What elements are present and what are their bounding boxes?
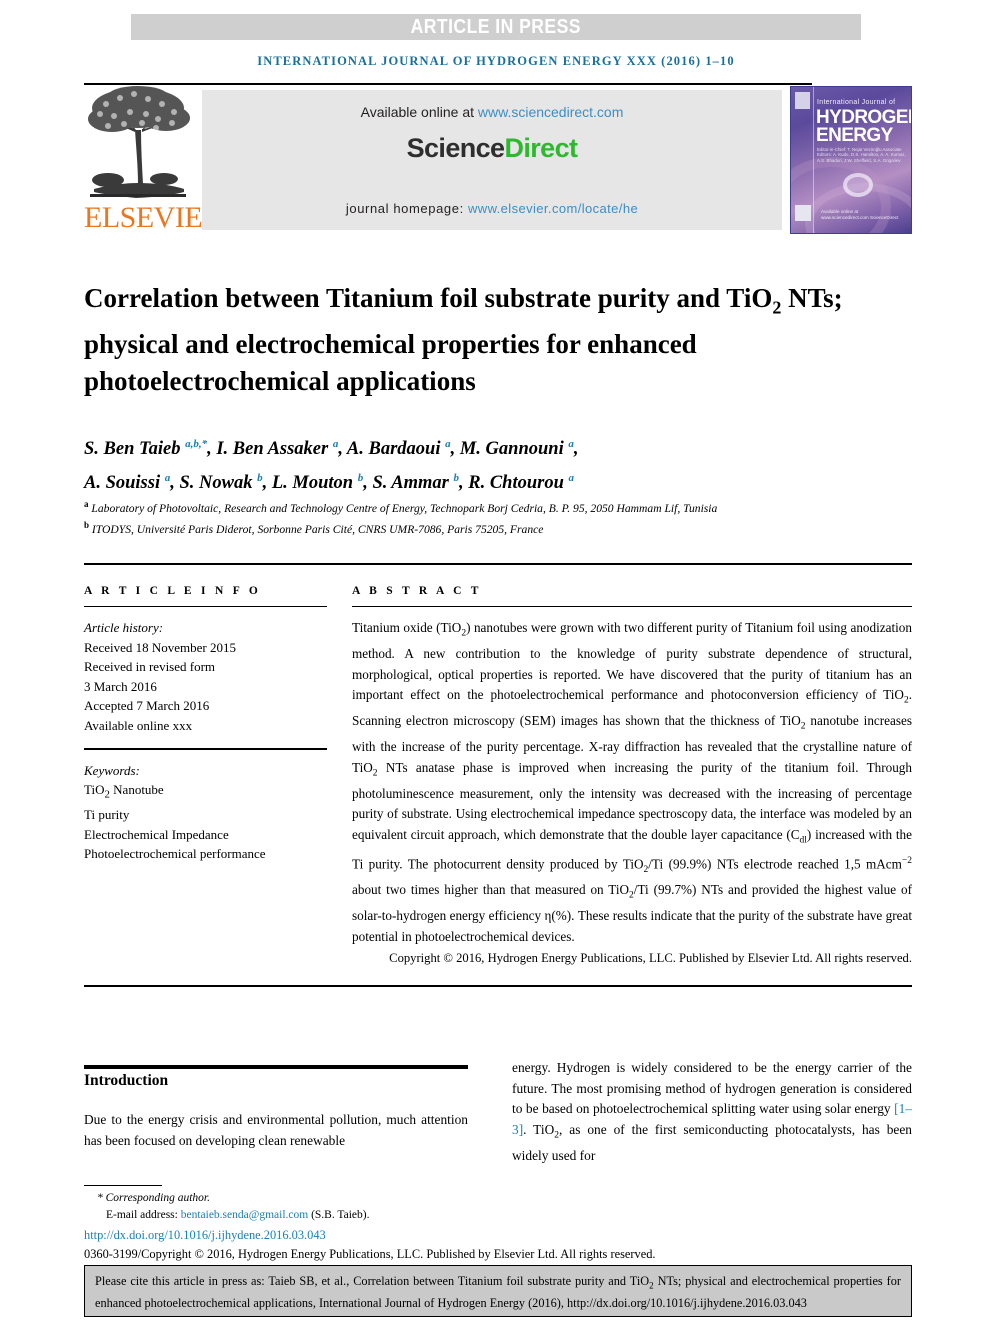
- sciencedirect-logo[interactable]: ScienceDirect: [407, 133, 578, 164]
- elsevier-wordmark: ELSEVIER: [84, 201, 222, 234]
- elsevier-tree-icon: [88, 86, 190, 198]
- introduction-right-paragraph: energy. Hydrogen is widely considered to…: [512, 1060, 912, 1164]
- abstract-heading: A B S T R A C T: [352, 585, 482, 597]
- sciencedirect-logo-part1: Science: [406, 133, 505, 163]
- journal-homepage-line: journal homepage: www.elsevier.com/locat…: [202, 201, 782, 216]
- corresponding-author-note: * Corresponding author.: [97, 1192, 210, 1204]
- sciencedirect-logo-part2: Direct: [504, 133, 578, 163]
- journal-homepage-label: journal homepage:: [345, 201, 468, 216]
- abstract-column: A B S T R A C T Titanium oxide (TiO2) na…: [352, 585, 912, 969]
- page-title: Correlation between Titanium foil substr…: [84, 283, 843, 397]
- sciencedirect-panel: Available online at www.sciencedirect.co…: [202, 90, 782, 230]
- cover-elsevier-mini-logo: [795, 92, 810, 109]
- available-online-line: Available online at www.sciencedirect.co…: [361, 104, 624, 120]
- email-label: E-mail address:: [106, 1209, 181, 1221]
- introduction-rule: [84, 1065, 468, 1069]
- sciencedirect-url-link[interactable]: www.sciencedirect.com: [478, 104, 624, 120]
- article-info-heading: A R T I C L E I N F O: [84, 585, 262, 597]
- article-history-label: Article history:: [84, 620, 164, 636]
- keyword-item: Photoelectrochemical performance: [84, 846, 266, 862]
- footnote-rule: [84, 1185, 162, 1186]
- intro-right-pre: energy. Hydrogen is widely considered to…: [512, 1060, 912, 1117]
- author-affil-marker: a: [568, 438, 574, 450]
- affiliation-b: b ITODYS, Université Paris Diderot, Sorb…: [84, 520, 544, 537]
- footnote-block: * Corresponding author. E-mail address: …: [84, 1190, 912, 1263]
- cover-ring-graphic: [843, 173, 873, 197]
- keyword-item: Ti purity: [84, 807, 130, 823]
- article-history-item: 3 March 2016: [84, 678, 157, 694]
- keywords-label: Keywords:: [84, 762, 140, 778]
- masthead-top-rule: [84, 83, 812, 85]
- author-line-2: A. Souissi a, S. Nowak b, L. Mouton b, S…: [84, 472, 575, 494]
- abstract-copyright: Copyright © 2016, Hydrogen Energy Public…: [389, 950, 912, 965]
- author-affil-marker: b: [453, 472, 460, 485]
- document-page: ARTICLE IN PRESS INTERNATIONAL JOURNAL O…: [0, 0, 992, 1323]
- cover-journal-kicker: International Journal of: [817, 99, 896, 106]
- affiliation-marker-a: a: [84, 499, 89, 509]
- article-in-press-label: ARTICLE IN PRESS: [410, 15, 582, 38]
- keyword-item: TiO2 Nanotube: [84, 782, 164, 801]
- affiliation-marker-b: b: [84, 520, 90, 531]
- author-affil-marker: a: [568, 472, 575, 485]
- elsevier-logo: ELSEVIER: [84, 86, 222, 238]
- author-affil-marker: a,b,*: [185, 438, 208, 450]
- abstract-body: Titanium oxide (TiO2) nanotubes were gro…: [352, 620, 912, 944]
- author-affil-marker: b: [257, 472, 263, 485]
- article-history-item: Received in revised form: [84, 659, 216, 675]
- author-affil-marker: a: [332, 438, 339, 450]
- abstract-divider: [352, 606, 912, 608]
- article-history-item: Accepted 7 March 2016: [84, 698, 210, 714]
- keywords-divider: [84, 748, 327, 750]
- introduction-heading: Introduction: [84, 1072, 169, 1089]
- issn-copyright-line: 0360-3199/Copyright © 2016, Hydrogen Ene…: [84, 1247, 656, 1261]
- cover-editors: Editor-in-Chief: T. Nejat Veziroğlu Asso…: [817, 147, 906, 163]
- cover-title-energy: ENERGY: [816, 125, 893, 146]
- keywords-block: Keywords: TiO2 Nanotube Ti purity Electr…: [84, 761, 327, 864]
- cover-iahe-logo: [795, 205, 811, 221]
- article-info-column: A R T I C L E I N F O Article history: R…: [84, 585, 327, 864]
- article-history-item: Received 18 November 2015: [84, 639, 236, 655]
- author-affil-marker: a: [164, 472, 171, 485]
- email-link[interactable]: bentaieb.senda@gmail.com: [181, 1209, 308, 1221]
- masthead: ELSEVIER Available online at www.science…: [84, 86, 912, 238]
- available-online-prefix: Available online at: [360, 104, 478, 120]
- affiliation-list: a Laboratory of Photovoltaic, Research a…: [84, 496, 874, 539]
- article-history-block: Article history: Received 18 November 20…: [84, 618, 327, 735]
- author-affil-marker: b: [357, 472, 364, 485]
- body-top-rule: [84, 985, 912, 987]
- journal-running-head: INTERNATIONAL JOURNAL OF HYDROGEN ENERGY…: [257, 54, 735, 68]
- article-info-divider: [84, 606, 327, 608]
- article-history-item: Available online xxx: [84, 717, 193, 733]
- affiliation-a: a Laboratory of Photovoltaic, Research a…: [84, 499, 718, 515]
- doi-link[interactable]: http://dx.doi.org/10.1016/j.ijhydene.201…: [84, 1227, 912, 1244]
- cite-this-article-box: Please cite this article in press as: Ta…: [84, 1265, 912, 1317]
- article-in-press-banner: ARTICLE IN PRESS: [131, 14, 861, 40]
- cover-sciencedirect-mark: Available online at www.sciencedirect.co…: [821, 209, 899, 220]
- author-list: S. Ben Taieb a,b,*, I. Ben Assaker a, A.…: [84, 430, 884, 498]
- author-line-1: S. Ben Taieb a,b,*, I. Ben Assaker a, A.…: [84, 438, 579, 460]
- author-affil-marker: a: [445, 438, 451, 450]
- cover-vertical-rule: [813, 87, 814, 233]
- info-section-top-rule: [84, 563, 912, 565]
- introduction-left-paragraph: Due to the energy crisis and environment…: [84, 1112, 468, 1148]
- email-line: E-mail address: bentaieb.senda@gmail.com…: [84, 1207, 912, 1224]
- journal-homepage-link[interactable]: www.elsevier.com/locate/he: [468, 201, 638, 216]
- keyword-item: Electrochemical Impedance: [84, 826, 229, 842]
- email-suffix: (S.B. Taieb).: [308, 1209, 370, 1221]
- journal-cover-thumbnail: International Journal of HYDROGEN ENERGY…: [790, 86, 912, 234]
